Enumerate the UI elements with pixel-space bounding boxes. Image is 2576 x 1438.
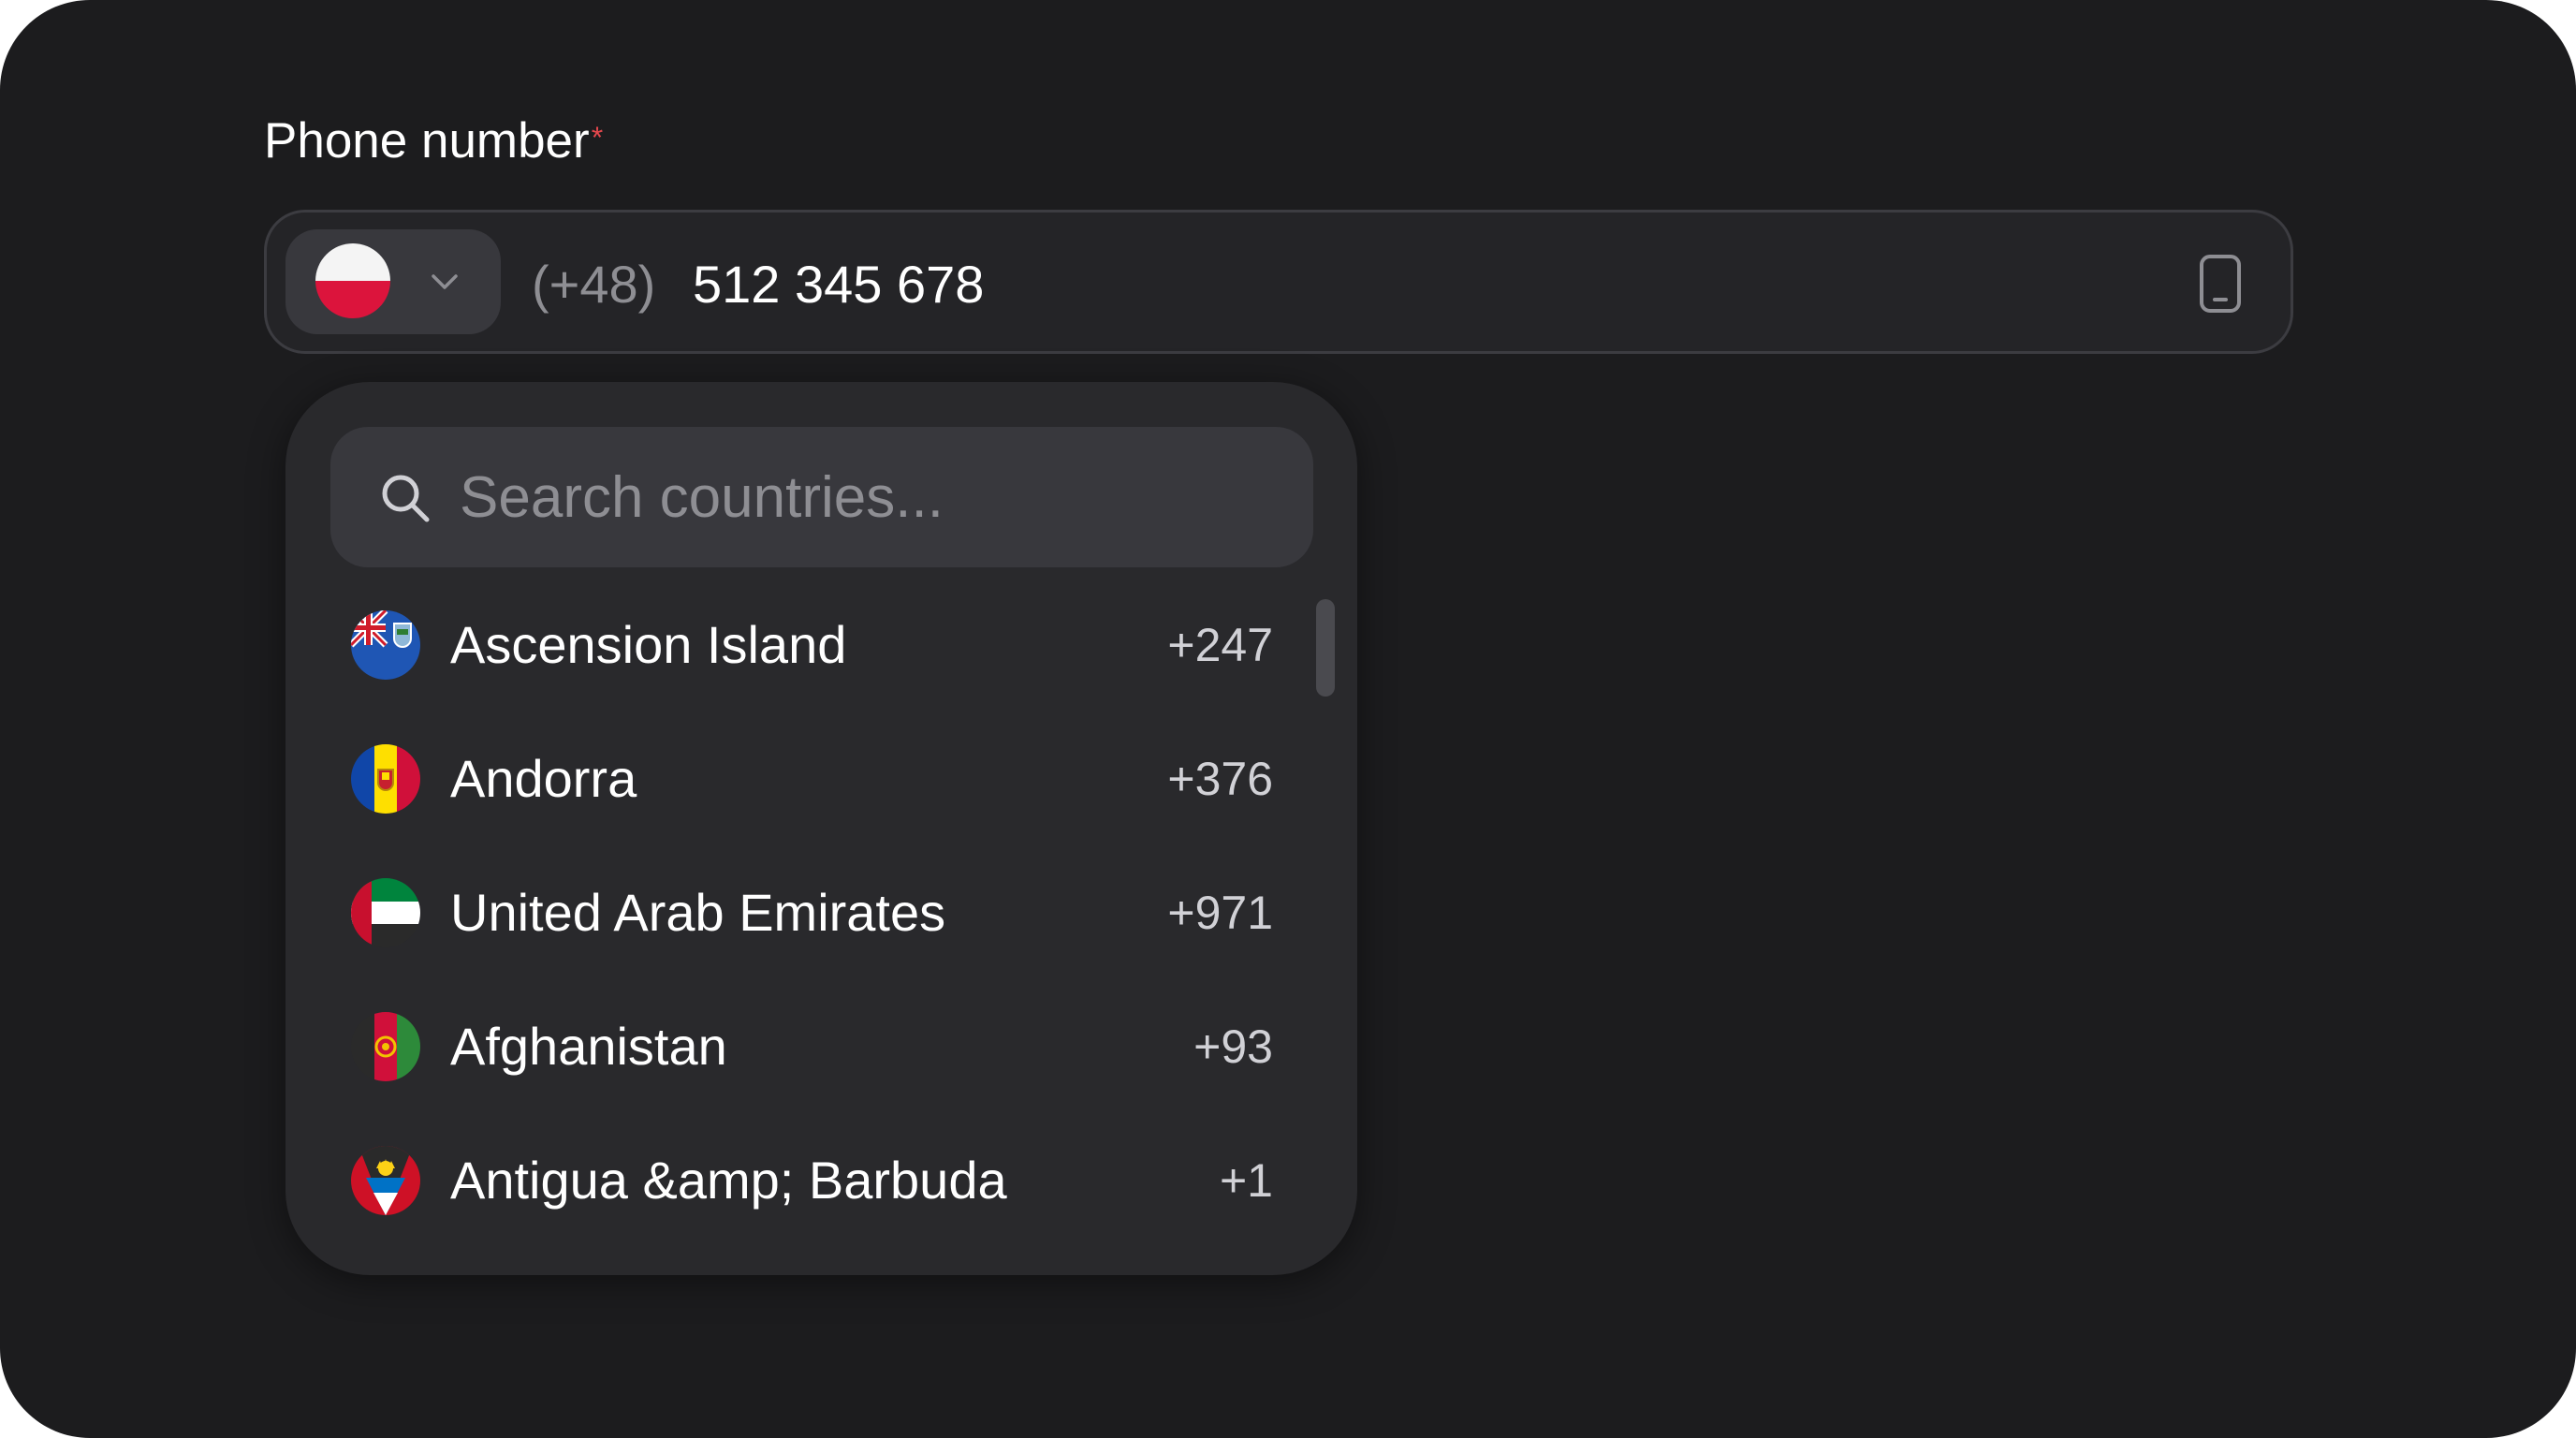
country-option-ascension-island[interactable]: Ascension Island +247 [285,579,1315,712]
chevron-down-icon [432,274,458,289]
phone-form-card: Phone number* (+48) 512 345 678 Search c… [0,0,2576,1438]
ascension-island-flag-icon [351,610,420,680]
country-search-box[interactable] [330,427,1313,567]
dropdown-scrollbar[interactable] [1316,599,1335,697]
phone-number-label: Phone number* [264,109,603,174]
dial-code-prefix: (+48) [532,255,656,314]
country-dial-code: +247 [1167,619,1273,671]
phone-number-field[interactable]: (+48) 512 345 678 [264,210,2293,354]
country-dial-code: +1 [1219,1154,1273,1207]
country-dial-code: +376 [1167,753,1273,805]
country-option-andorra[interactable]: Andorra +376 [285,712,1315,846]
uae-flag-icon [351,878,420,947]
country-name: Antigua &amp; Barbuda [450,1151,1007,1210]
phone-number-label-text: Phone number [264,113,590,169]
country-dropdown: Ascension Island +247 Andorra +376 [285,382,1357,1275]
mobile-phone-icon [2200,255,2241,313]
country-name: Andorra [450,749,637,808]
antigua-barbuda-flag-icon [351,1146,420,1215]
country-option-united-arab-emirates[interactable]: United Arab Emirates +971 [285,846,1315,980]
poland-flag-icon [315,243,390,318]
afghanistan-flag-icon [351,1012,420,1081]
search-icon [382,475,430,522]
country-dial-code: +971 [1167,887,1273,939]
andorra-flag-icon [351,744,420,814]
phone-number-value[interactable]: 512 345 678 [693,254,984,315]
country-dial-code: +93 [1193,1020,1273,1073]
country-option-afghanistan[interactable]: Afghanistan +93 [285,980,1315,1114]
country-name: United Arab Emirates [450,883,946,942]
country-name: Afghanistan [450,1017,727,1076]
country-option-antigua-barbuda[interactable]: Antigua &amp; Barbuda +1 [285,1114,1315,1248]
country-selector-button[interactable] [285,229,501,334]
country-search-input[interactable] [460,455,1283,539]
country-list: Ascension Island +247 Andorra +376 Unite… [285,579,1315,1248]
required-asterisk: * [591,121,604,154]
country-name: Ascension Island [450,615,847,674]
